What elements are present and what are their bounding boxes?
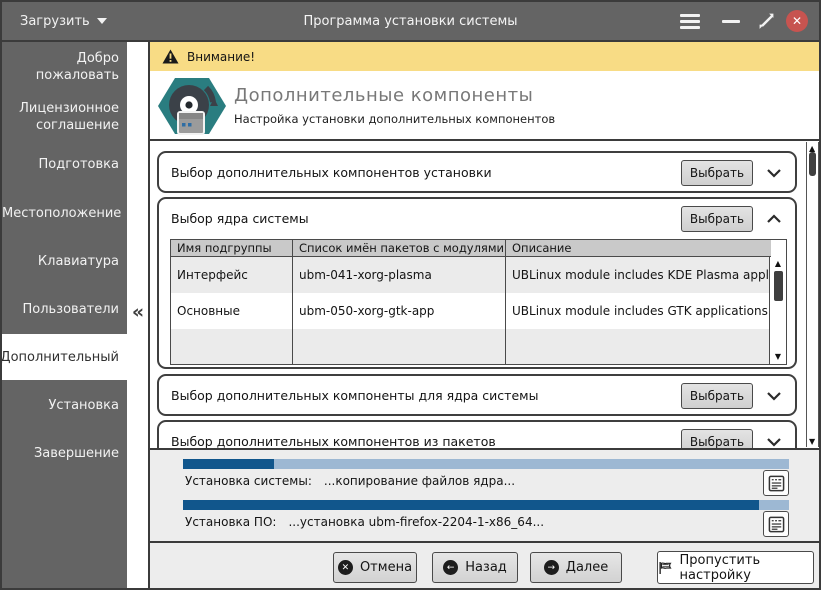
cancel-button[interactable]: ✕ Отмена xyxy=(333,552,417,583)
cell-description: UBLinux module includes GTK applications xyxy=(512,304,768,318)
sidebar-item-welcome[interactable]: Добро пожаловать xyxy=(2,50,127,84)
table-scrollbar[interactable]: ▲ ▼ xyxy=(769,257,786,364)
chevron-down-icon[interactable] xyxy=(763,432,785,448)
title-bar: Загрузить Программа установки системы ✕ xyxy=(2,2,819,42)
scrollbar-thumb[interactable] xyxy=(774,271,783,301)
sidebar-collapse-button[interactable]: « xyxy=(129,300,147,324)
section-kernel-extra-components: Выбор дополнительных компоненты для ядра… xyxy=(157,374,797,416)
scroll-down-icon[interactable]: ▼ xyxy=(809,437,815,447)
task-label: Установка системы: xyxy=(185,474,312,488)
section-packages-components: Выбор дополнительных компонентов из паке… xyxy=(157,420,797,448)
task-status: ...установка ubm-firefox-2204-1-x86_64..… xyxy=(288,515,545,529)
cell-subgroup: Интерфейс xyxy=(171,257,293,293)
back-button[interactable]: ← Назад xyxy=(432,552,518,583)
section-label: Выбор дополнительных компонентов из паке… xyxy=(171,434,496,448)
warning-text: Внимание! xyxy=(187,49,256,64)
footer-button-bar: ✕ Отмена ← Назад → Далее Пропустить наст… xyxy=(150,541,819,588)
software-install-progressbar xyxy=(183,500,789,510)
progressbar-fill xyxy=(183,500,759,510)
warning-triangle-icon xyxy=(162,49,179,64)
flag-icon xyxy=(659,561,672,574)
maximize-icon[interactable] xyxy=(755,10,779,32)
skip-setup-button[interactable]: Пропустить настройку xyxy=(657,551,814,584)
progress-panel: Установка системы: ...копирование файлов … xyxy=(150,448,819,541)
page-title: Дополнительные компоненты xyxy=(234,85,534,106)
section-components-install: Выбор дополнительных компонентов установ… xyxy=(157,151,797,193)
installer-window: Загрузить Программа установки системы ✕ … xyxy=(0,0,821,590)
system-install-progressbar xyxy=(183,459,789,469)
progressbar-fill xyxy=(183,459,274,469)
column-header[interactable]: Список имён пакетов с модулями xyxy=(293,240,506,256)
chevron-down-icon[interactable] xyxy=(763,386,785,406)
close-button[interactable]: ✕ xyxy=(786,10,808,32)
task-label: Установка ПО: xyxy=(185,515,277,529)
software-install-status: Установка ПО: ...установка ubm-firefox-22… xyxy=(185,515,544,529)
components-scroll-area: Выбор дополнительных компонентов установ… xyxy=(150,141,819,448)
software-log-button[interactable] xyxy=(763,511,789,537)
column-header[interactable]: Имя подгруппы xyxy=(171,240,293,256)
modules-table: Имя подгруппы Список имён пакетов с моду… xyxy=(170,239,787,365)
table-row-empty xyxy=(171,329,771,364)
cell-package: ubm-050-xorg-gtk-app xyxy=(293,293,506,329)
table-row[interactable]: Интерфейс ubm-041-xorg-plasma UBLinux mo… xyxy=(171,257,771,293)
choose-button[interactable]: Выбрать xyxy=(681,383,753,409)
sidebar-item-license[interactable]: Лицензионное соглашение xyxy=(2,100,127,134)
skip-label: Пропустить настройку xyxy=(679,552,761,583)
column-header[interactable]: Описание xyxy=(506,240,771,256)
sidebar-item-location[interactable]: Местоположение xyxy=(2,205,127,222)
menu-icon[interactable] xyxy=(678,10,702,32)
sidebar-item-installation[interactable]: Установка xyxy=(2,397,127,414)
section-label: Выбор дополнительных компонентов установ… xyxy=(171,165,492,180)
chevron-up-icon[interactable] xyxy=(763,209,785,229)
section-label: Выбор ядра системы xyxy=(171,211,309,226)
page-scrollbar[interactable]: ▲ ▼ xyxy=(806,142,819,447)
back-circle-icon: ← xyxy=(443,560,459,575)
sidebar-item-keyboard[interactable]: Клавиатура xyxy=(2,253,127,270)
scroll-up-icon[interactable]: ▲ xyxy=(775,259,781,269)
cancel-circle-icon: ✕ xyxy=(337,560,353,575)
sidebar-nav: Добро пожаловать Лицензионное соглашение… xyxy=(2,42,127,588)
table-row[interactable]: Основные ubm-050-xorg-gtk-app UBLinux mo… xyxy=(171,293,771,329)
next-label: Далее xyxy=(565,560,609,575)
scroll-down-icon[interactable]: ▼ xyxy=(775,352,781,362)
app-window-glyph xyxy=(177,111,205,135)
cell-description: UBLinux module includes KDE Plasma appli… xyxy=(512,268,771,282)
sidebar-item-preparation[interactable]: Подготовка xyxy=(2,156,127,173)
sidebar-collapse-strip: « xyxy=(127,42,148,588)
diagonal-resize-icon xyxy=(759,13,774,29)
minimize-button[interactable] xyxy=(719,10,743,32)
scrollbar-thumb[interactable] xyxy=(809,152,816,176)
log-icon xyxy=(768,516,784,532)
section-label: Выбор дополнительных компоненты для ядра… xyxy=(171,388,539,403)
sidebar-item-users[interactable]: Пользователи xyxy=(2,301,127,318)
system-install-status: Установка системы: ...копирование файлов … xyxy=(185,474,515,488)
sidebar-item-finish[interactable]: Завершение xyxy=(2,445,127,462)
warning-banner: Внимание! xyxy=(150,42,819,71)
log-icon xyxy=(768,475,784,491)
ublinux-logo-icon xyxy=(158,78,226,135)
cancel-label: Отмена xyxy=(359,560,413,575)
chevron-down-icon[interactable] xyxy=(763,163,785,183)
table-header-row: Имя подгруппы Список имён пакетов с моду… xyxy=(171,240,771,257)
cell-package: ubm-041-xorg-plasma xyxy=(293,257,506,293)
next-circle-icon: → xyxy=(543,560,559,575)
sidebar-item-additional[interactable]: Дополнительный xyxy=(2,334,127,380)
choose-button[interactable]: Выбрать xyxy=(681,429,753,448)
cell-subgroup: Основные xyxy=(171,293,293,329)
system-log-button[interactable] xyxy=(763,470,789,496)
back-label: Назад xyxy=(465,560,507,575)
section-kernel-select: Выбор ядра системы Выбрать Имя подгруппы… xyxy=(157,197,797,369)
page-header: Дополнительные компоненты Настройка уста… xyxy=(150,71,819,141)
main-panel: Внимание! Дополнительные компоненты Наст… xyxy=(148,42,819,588)
next-button[interactable]: → Далее xyxy=(530,552,622,583)
choose-button[interactable]: Выбрать xyxy=(681,206,753,232)
task-status: ...копирование файлов ядра... xyxy=(323,474,516,488)
choose-button[interactable]: Выбрать xyxy=(681,160,753,186)
page-subtitle: Настройка установки дополнительных компо… xyxy=(234,112,556,126)
